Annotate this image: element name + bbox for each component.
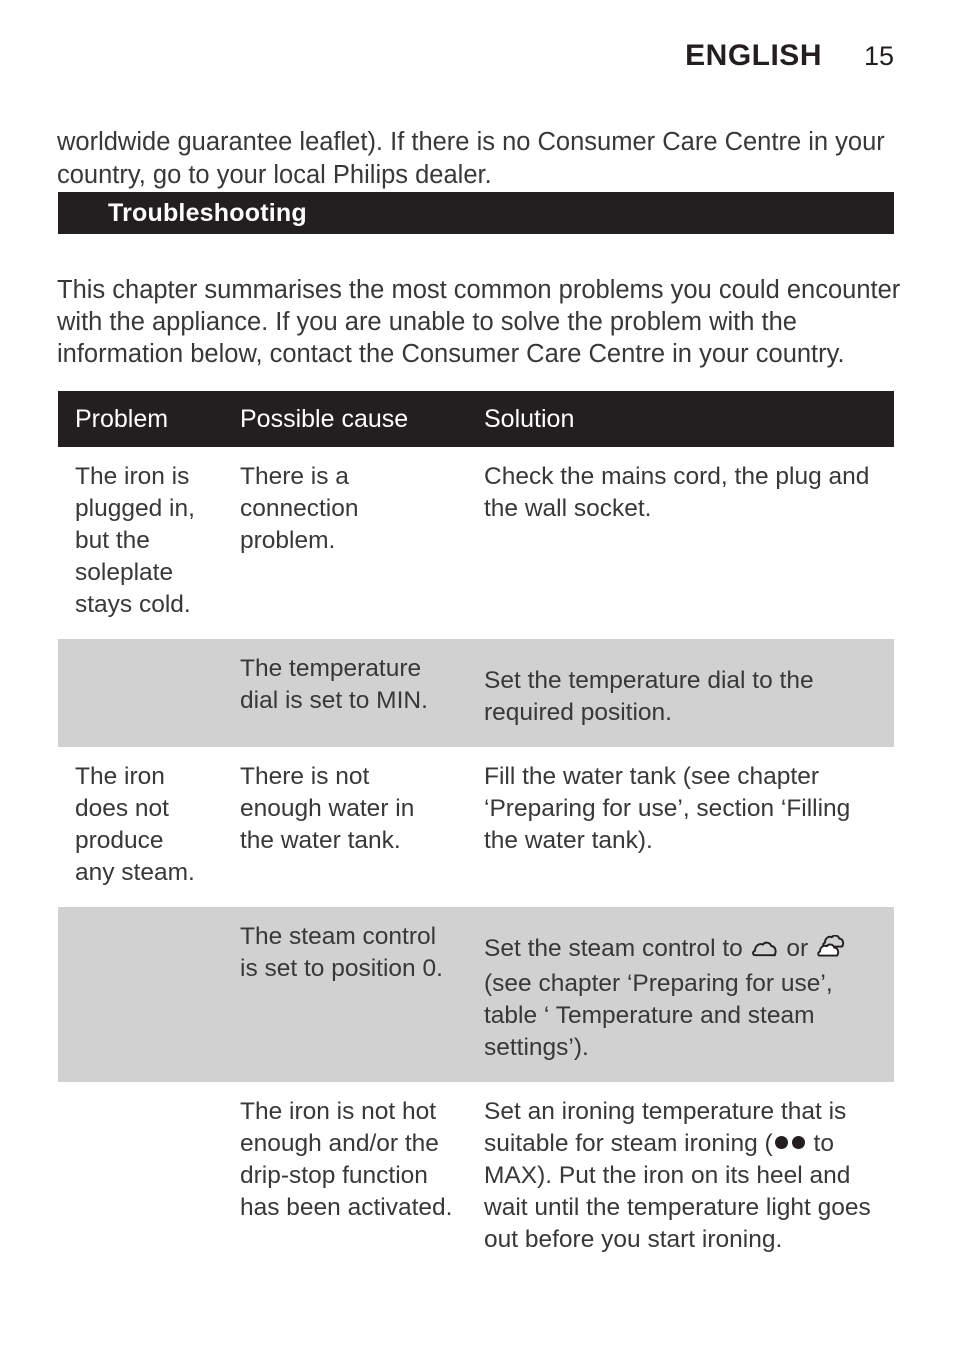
table-row: The steam control is set to position 0. … xyxy=(58,907,894,1082)
cell-problem xyxy=(58,639,223,747)
cell-solution: Set the steam control to or (see chapter… xyxy=(467,907,894,1082)
steam-single-icon xyxy=(751,936,778,968)
cell-problem: The iron does not produce any steam. xyxy=(58,747,223,907)
carryover-paragraph: worldwide guarantee leaflet). If there i… xyxy=(57,127,885,189)
column-header-solution: Solution xyxy=(467,391,894,447)
solution-conjunction: or xyxy=(786,935,809,962)
temperature-dot-icon xyxy=(774,1136,788,1149)
table-row: The temperature dial is set to MIN. Set … xyxy=(58,639,894,747)
cell-problem xyxy=(58,1082,223,1274)
cell-solution: Set an ironing temperature that is suita… xyxy=(467,1082,894,1274)
document-page: ENGLISH 15 worldwide guarantee leaflet).… xyxy=(0,0,954,1345)
section-banner: Troubleshooting xyxy=(58,192,894,234)
temperature-dot-icon xyxy=(791,1136,805,1149)
page-number: 15 xyxy=(863,40,894,71)
solution-text-tail: (see chapter ‘Preparing for use’, table … xyxy=(484,970,833,1061)
table-header-row: Problem Possible cause Solution xyxy=(58,391,894,447)
cell-solution: Check the mains cord, the plug and the w… xyxy=(467,447,894,639)
table-body: The iron is plugged in, but the soleplat… xyxy=(58,447,894,1274)
cell-solution: Fill the water tank (see chapter ‘Prepar… xyxy=(467,747,894,907)
cell-cause: There is not enough water in the water t… xyxy=(223,747,467,907)
table-head: Problem Possible cause Solution xyxy=(58,391,894,447)
cell-solution: Set the temperature dial to the required… xyxy=(467,639,894,747)
cell-cause: The steam control is set to position 0. xyxy=(223,907,467,1082)
cell-cause: The iron is not hot enough and/or the dr… xyxy=(223,1082,467,1274)
language-label: ENGLISH xyxy=(685,39,822,72)
cell-cause: There is a connection problem. xyxy=(223,447,467,639)
two-dots-icon xyxy=(773,1130,807,1157)
section-title: Troubleshooting xyxy=(108,198,307,227)
solution-text-lead: Set the steam control to xyxy=(484,935,743,962)
column-header-problem: Problem xyxy=(58,391,223,447)
troubleshooting-table: Problem Possible cause Solution The iron… xyxy=(58,391,894,1274)
column-header-cause: Possible cause xyxy=(223,391,467,447)
section-description: This chapter summarises the most common … xyxy=(57,275,901,368)
cell-cause: The temperature dial is set to MIN. xyxy=(223,639,467,747)
table-row: The iron is plugged in, but the soleplat… xyxy=(58,447,894,639)
page-header: ENGLISH 15 xyxy=(58,34,894,78)
table-row: The iron does not produce any steam. The… xyxy=(58,747,894,907)
table-row: The iron is not hot enough and/or the dr… xyxy=(58,1082,894,1274)
cell-problem xyxy=(58,907,223,1082)
cell-problem: The iron is plugged in, but the soleplat… xyxy=(58,447,223,639)
steam-double-icon xyxy=(817,934,847,968)
